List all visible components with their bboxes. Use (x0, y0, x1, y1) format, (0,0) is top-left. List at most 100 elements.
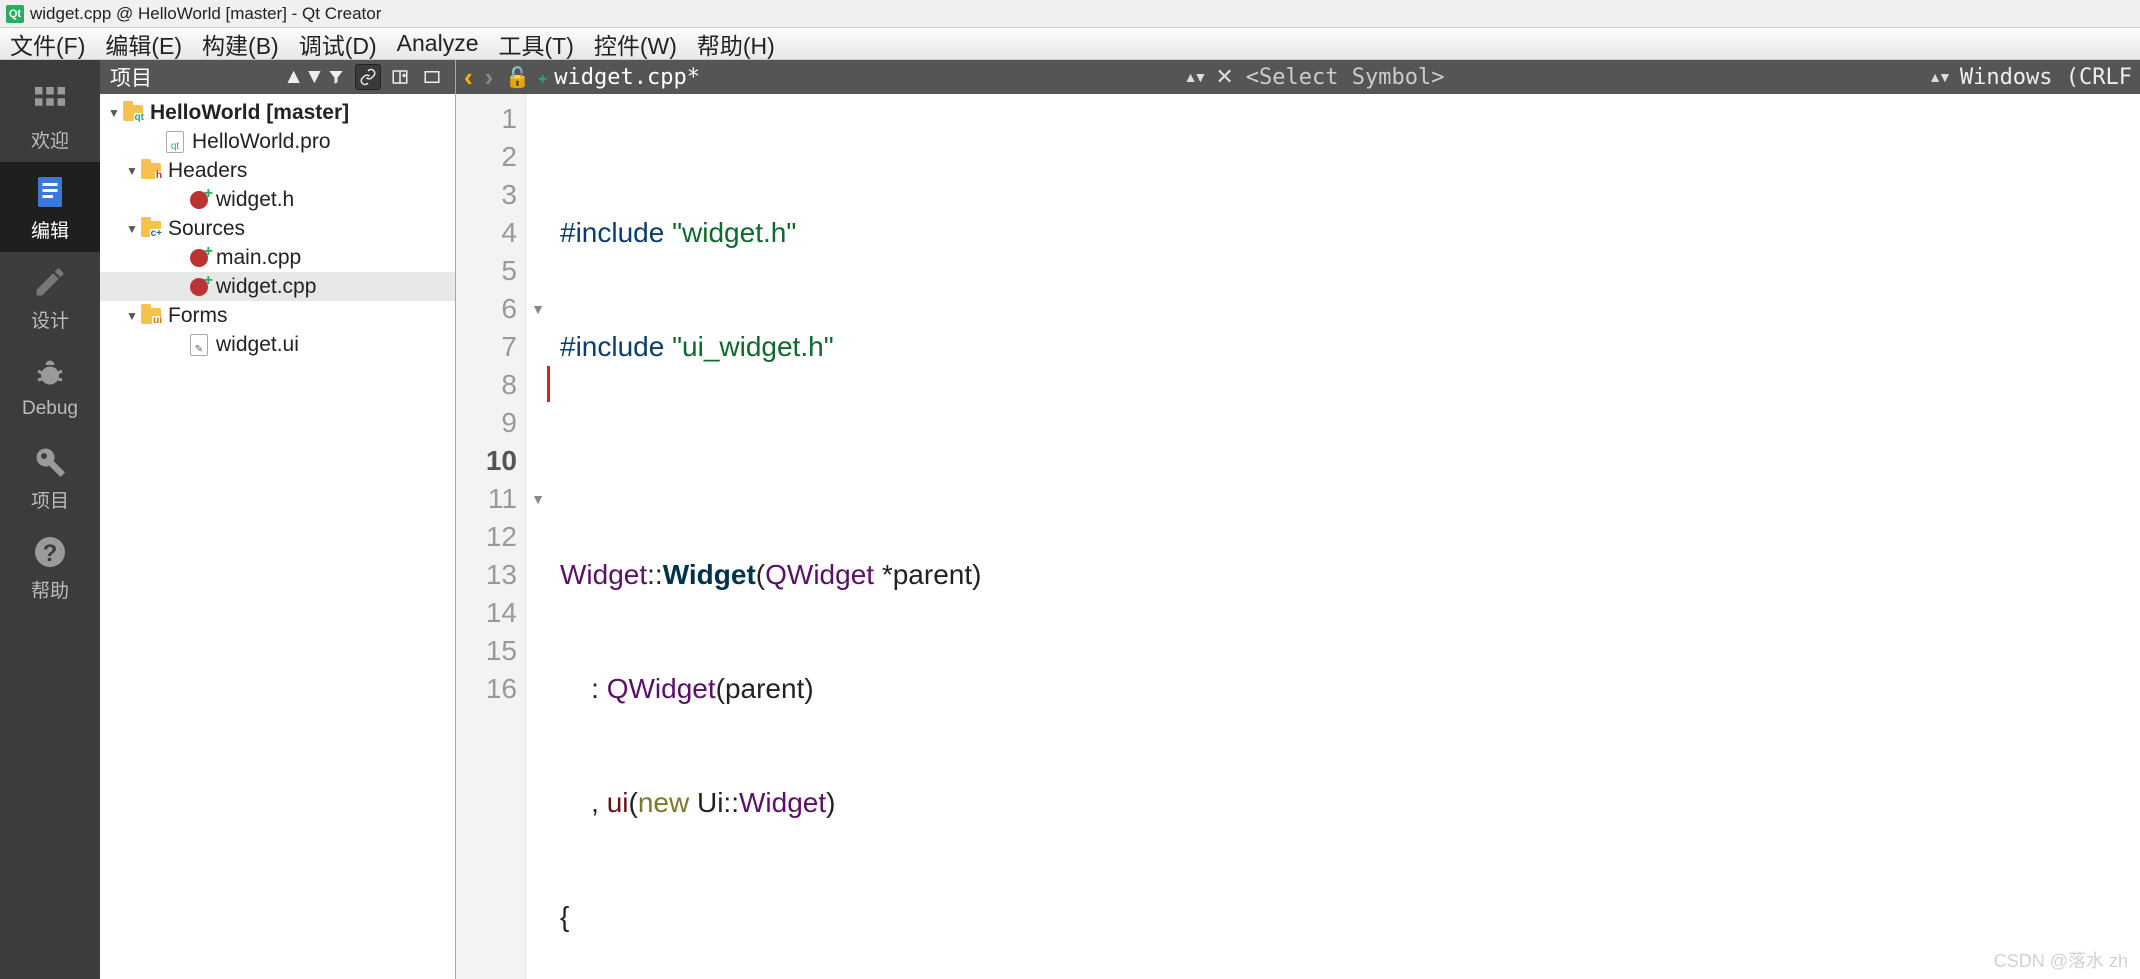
tree-source-widget[interactable]: widget.cpp (100, 272, 455, 301)
menu-tools[interactable]: 工具(T) (498, 27, 573, 61)
tree-source-widget-label: widget.cpp (216, 275, 316, 299)
expand-icon[interactable] (419, 64, 445, 90)
question-icon: ? (30, 532, 70, 572)
bug-icon (30, 354, 70, 394)
menu-widgets[interactable]: 控件(W) (594, 27, 677, 61)
tree-profile-label: HelloWorld.pro (192, 130, 331, 154)
tree-root[interactable]: ▼ qt HelloWorld [master] (100, 98, 455, 127)
code-editor[interactable]: 1 2 3 4 5 6 7 8 9 10 11 12 13 14 15 16 ▼ (456, 94, 2140, 979)
tree-form-widget[interactable]: ✎ widget.ui (100, 330, 455, 359)
symbol-selector[interactable]: <Select Symbol> (1246, 65, 1445, 90)
menu-build[interactable]: 构建(B) (202, 27, 279, 61)
pro-file-icon: qt (164, 131, 186, 153)
window-title: widget.cpp @ HelloWorld [master] - Qt Cr… (30, 4, 381, 24)
line-number[interactable]: 10 (456, 442, 517, 480)
mode-help[interactable]: ? 帮助 (0, 522, 100, 612)
menu-analyze[interactable]: Analyze (397, 30, 479, 57)
tree-sources[interactable]: ▼ c+ Sources (100, 214, 455, 243)
tree-sources-label: Sources (168, 217, 245, 241)
chevron-down-icon[interactable]: ▼ (124, 309, 140, 323)
line-number[interactable]: 7 (456, 328, 517, 366)
filter-icon[interactable] (323, 64, 349, 90)
header-file-icon (188, 189, 210, 211)
lock-icon[interactable]: 🔓 (505, 65, 530, 90)
encoding-label[interactable]: Windows (CRLF (1960, 65, 2132, 90)
folder-icon: ui (140, 305, 162, 327)
line-number[interactable]: 13 (456, 556, 517, 594)
line-number[interactable]: 5 (456, 252, 517, 290)
line-number[interactable]: 3 (456, 176, 517, 214)
tree-header-file-label: widget.h (216, 188, 294, 212)
cpp-file-icon (188, 276, 210, 298)
sort-toggle-icon[interactable]: ▲▼ (291, 64, 317, 90)
nav-back-icon[interactable]: ‹ (464, 62, 473, 93)
editor-filename[interactable]: widget.cpp* (554, 65, 700, 90)
fold-column[interactable]: ▼ ▼ (526, 94, 550, 979)
line-number[interactable]: 14 (456, 594, 517, 632)
mode-design-label: 设计 (31, 306, 69, 333)
wrench-icon (30, 442, 70, 482)
tree-root-label: HelloWorld [master] (150, 101, 349, 125)
chevron-down-icon[interactable]: ▼ (124, 164, 140, 178)
line-number[interactable]: 8 (456, 366, 517, 404)
line-number[interactable]: 16 (456, 670, 517, 708)
chevron-down-icon[interactable]: ▼ (106, 106, 122, 120)
line-number[interactable]: 15 (456, 632, 517, 670)
svg-text:?: ? (43, 540, 58, 567)
tree-headers[interactable]: ▼ h Headers (100, 156, 455, 185)
tree-forms[interactable]: ▼ ui Forms (100, 301, 455, 330)
close-file-icon[interactable]: ✕ (1215, 64, 1233, 90)
mode-welcome[interactable]: 欢迎 (0, 72, 100, 162)
line-number[interactable]: 2 (456, 138, 517, 176)
mode-projects[interactable]: 项目 (0, 432, 100, 522)
tree-header-file[interactable]: widget.h (100, 185, 455, 214)
fold-marker-icon[interactable]: ▼ (526, 290, 550, 328)
watermark: CSDN @落水 zh (1994, 947, 2128, 973)
line-number[interactable]: 6 (456, 290, 517, 328)
project-tree[interactable]: ▼ qt HelloWorld [master] qt HelloWorld.p… (100, 94, 455, 979)
link-icon[interactable] (355, 64, 381, 90)
grid-icon (30, 82, 70, 122)
mode-sidebar: 欢迎 编辑 设计 Debug 项目 ? (0, 60, 100, 979)
mode-edit[interactable]: 编辑 (0, 162, 100, 252)
menu-debug[interactable]: 调试(D) (299, 27, 377, 61)
line-number[interactable]: 4 (456, 214, 517, 252)
folder-icon: h (140, 160, 162, 182)
mode-help-label: 帮助 (31, 576, 69, 603)
pencil-icon (30, 262, 70, 302)
tree-headers-label: Headers (168, 159, 247, 183)
cpp-file-icon (188, 247, 210, 269)
mode-design[interactable]: 设计 (0, 252, 100, 342)
menu-file[interactable]: 文件(F) (10, 27, 85, 61)
folder-icon: qt (122, 102, 144, 124)
file-switch-icon[interactable]: ▲▼ (1184, 69, 1204, 85)
nav-forward-icon[interactable]: › (485, 62, 494, 93)
fold-marker-icon[interactable]: ▼ (526, 480, 550, 518)
line-number[interactable]: 12 (456, 518, 517, 556)
editor-area: ‹ › 🔓 widget.cpp* ▲▼ ✕ <Select Symbol> ▲… (456, 60, 2140, 979)
project-panel-title[interactable]: 项目 (110, 62, 291, 92)
editor-toolbar: ‹ › 🔓 widget.cpp* ▲▼ ✕ <Select Symbol> ▲… (456, 60, 2140, 94)
line-number-gutter[interactable]: 1 2 3 4 5 6 7 8 9 10 11 12 13 14 15 16 (456, 94, 526, 979)
mode-debug[interactable]: Debug (0, 342, 100, 432)
line-number[interactable]: 11 (456, 480, 517, 518)
menu-help[interactable]: 帮助(H) (697, 27, 775, 61)
project-panel-header: 项目 ▲▼ (100, 60, 455, 94)
mode-edit-label: 编辑 (31, 216, 69, 243)
cursor-line-marker (547, 366, 550, 402)
tree-form-widget-label: widget.ui (216, 333, 299, 357)
document-icon (30, 172, 70, 212)
tree-source-main[interactable]: main.cpp (100, 243, 455, 272)
line-number[interactable]: 1 (456, 100, 517, 138)
line-number[interactable]: 9 (456, 404, 517, 442)
code-text[interactable]: #include "widget.h" #include "ui_widget.… (550, 94, 2140, 979)
chevron-down-icon[interactable]: ▼ (124, 222, 140, 236)
project-panel: 项目 ▲▼ ▼ qt HelloWorld [master] qt HelloW… (100, 60, 456, 979)
symbol-switch-icon[interactable]: ▲▼ (1928, 69, 1948, 85)
add-split-icon[interactable] (387, 64, 413, 90)
mode-debug-label: Debug (22, 398, 78, 420)
menubar: 文件(F) 编辑(E) 构建(B) 调试(D) Analyze 工具(T) 控件… (0, 28, 2140, 60)
menu-edit[interactable]: 编辑(E) (105, 27, 182, 61)
tree-profile[interactable]: qt HelloWorld.pro (100, 127, 455, 156)
folder-icon: c+ (140, 218, 162, 240)
